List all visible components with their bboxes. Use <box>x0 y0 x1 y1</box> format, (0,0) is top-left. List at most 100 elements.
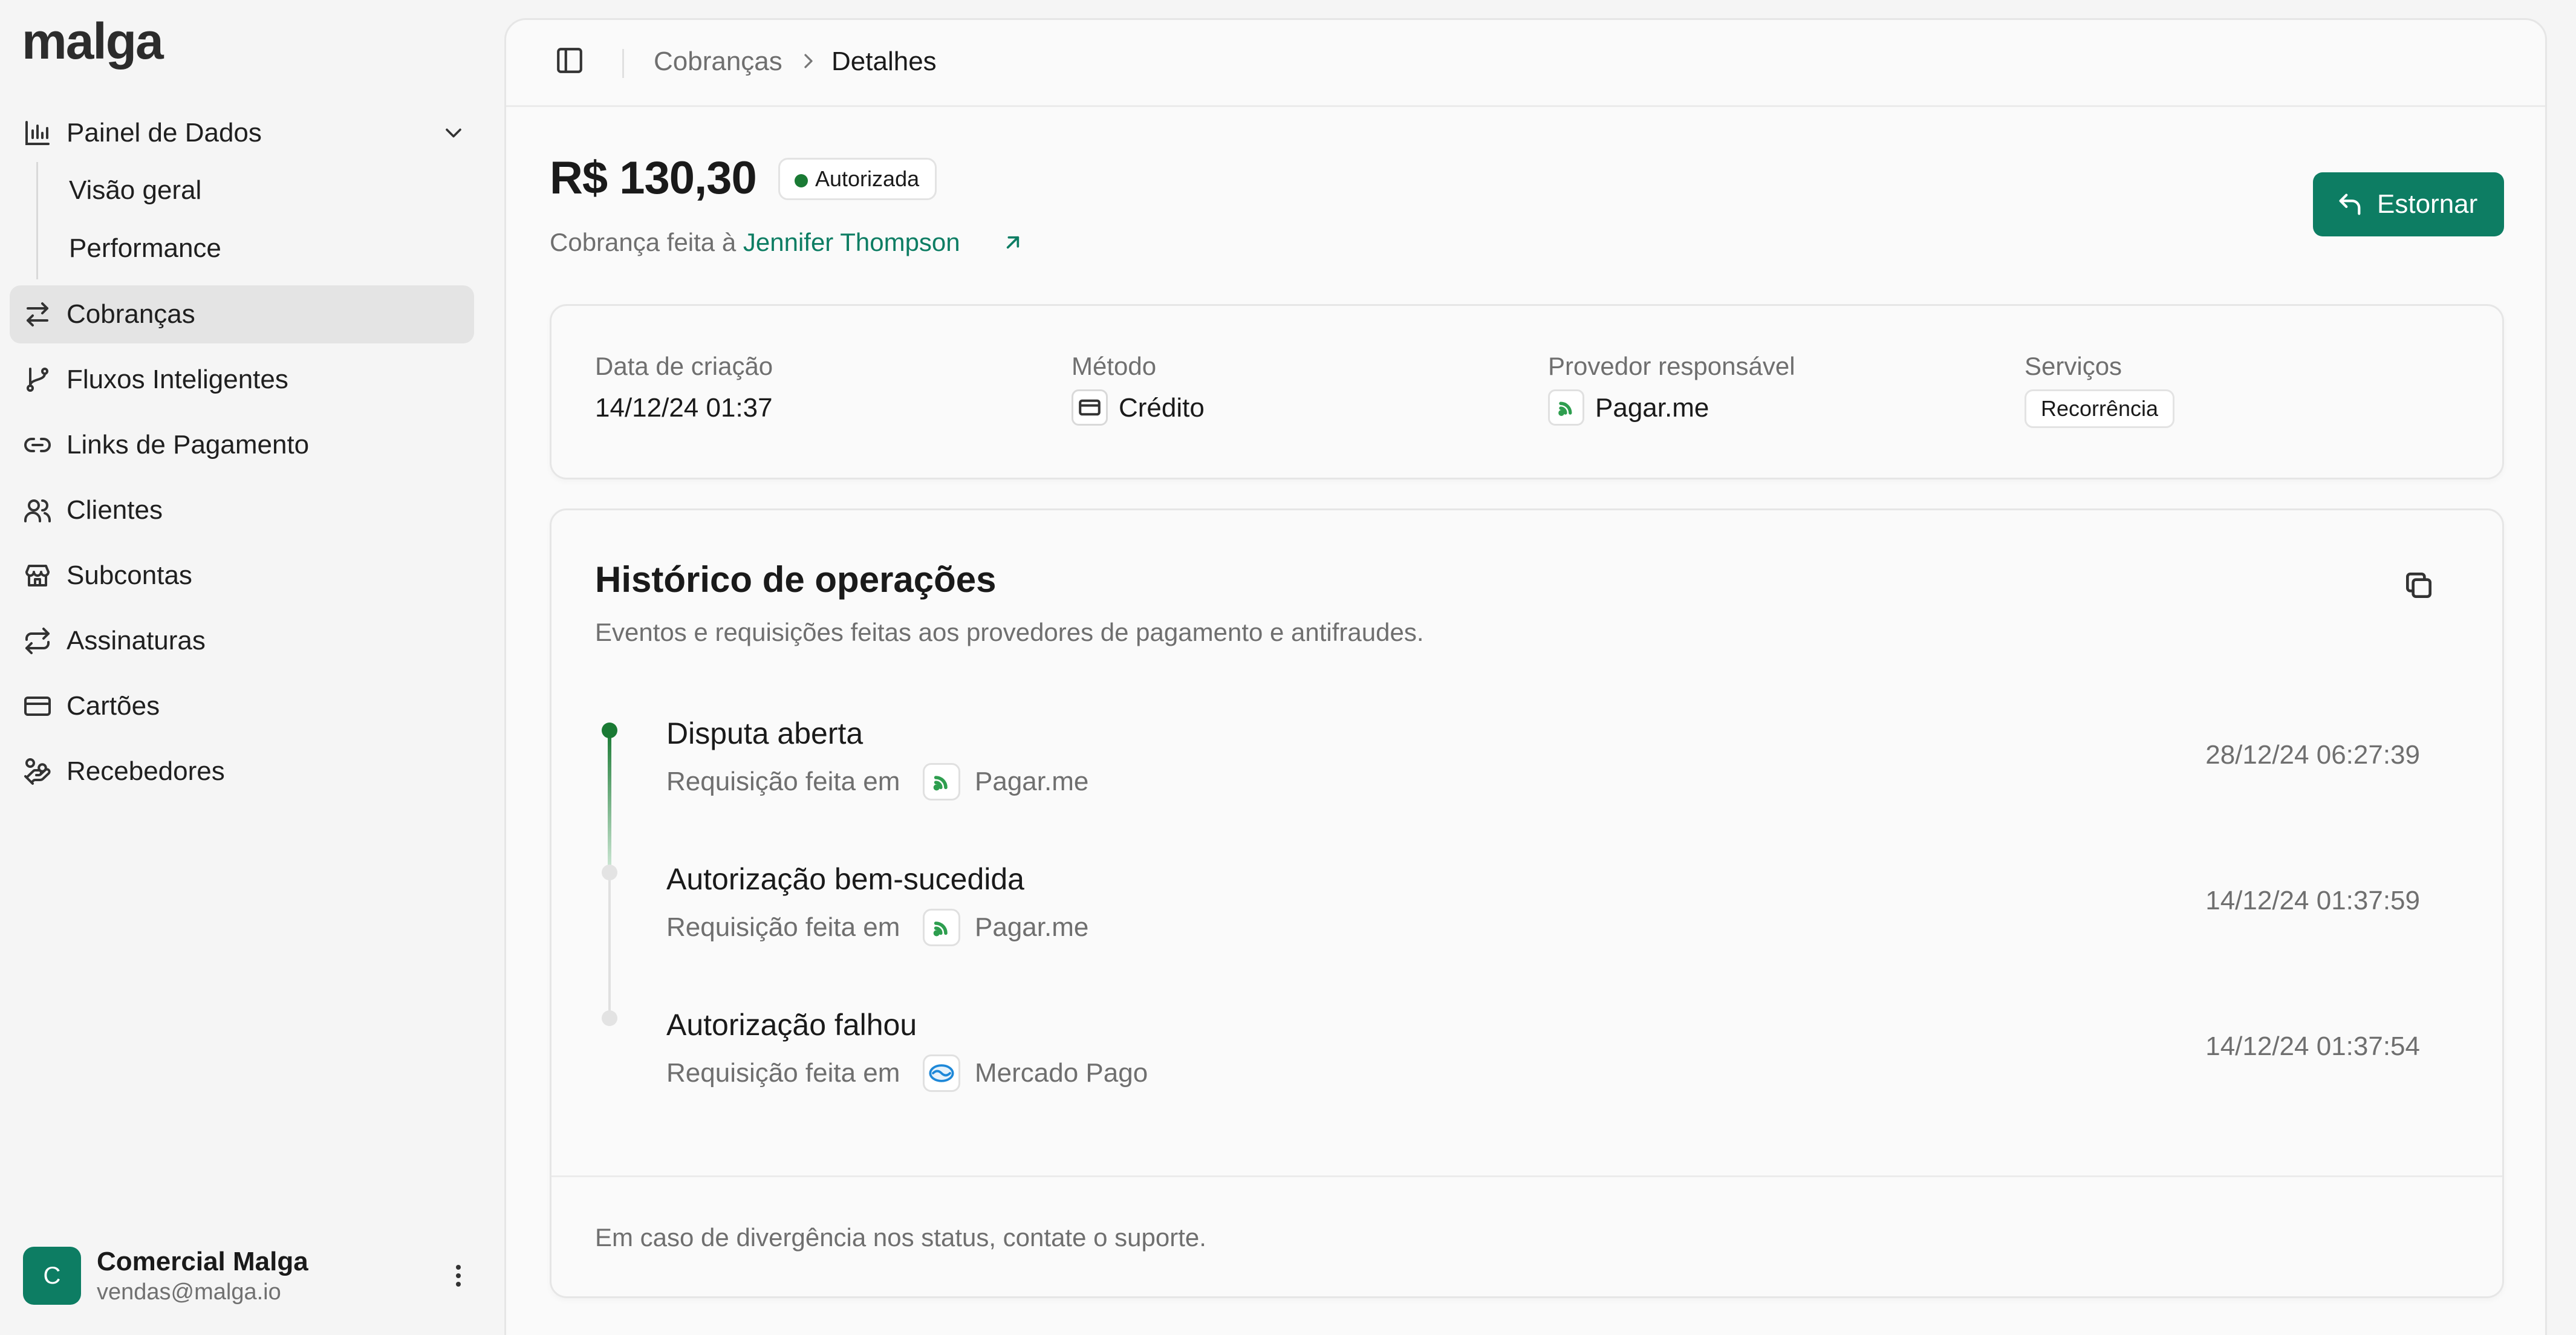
event-request-prefix: Requisição feita em <box>666 912 900 942</box>
pagarme-logo-icon <box>1548 389 1584 426</box>
sidebar-item-fluxos-inteligentes[interactable]: Fluxos Inteligentes <box>10 351 474 409</box>
event-provider: Pagar.me <box>975 912 1089 942</box>
sidebar-item-recebedores[interactable]: Recebedores <box>10 742 474 801</box>
sidebar-item-label: Cobranças <box>67 299 195 329</box>
sidebar-item-painel-de-dados[interactable]: Painel de Dados <box>10 104 474 162</box>
sidebar-item-cartoes[interactable]: Cartões <box>10 677 474 735</box>
provider-label: Provedor responsável <box>1548 352 1795 380</box>
event-title: Autorização falhou <box>666 1008 917 1042</box>
link-icon <box>23 430 52 460</box>
service-tag: Recorrência <box>2025 389 2175 428</box>
method-label: Método <box>1072 352 1157 380</box>
sidebar-item-label: Clientes <box>67 495 163 525</box>
sidebar-item-label: Assinaturas <box>67 626 206 655</box>
submenu-guide-line <box>36 162 38 279</box>
chevron-down-icon[interactable] <box>440 120 467 146</box>
charge-amount: R$ 130,30 <box>550 152 757 204</box>
account-email: vendas@malga.io <box>97 1279 281 1305</box>
pagarme-logo-icon <box>923 909 960 946</box>
sidebar: malga Painel de Dados Visão geral Perfor… <box>0 0 496 1335</box>
event-request-prefix: Requisição feita em <box>666 1058 900 1088</box>
history-footer: Em caso de divergência nos status, conta… <box>551 1175 2502 1296</box>
event-provider: Mercado Pago <box>975 1058 1148 1088</box>
history-event: Disputa aberta Requisição feita em Pagar… <box>666 716 2420 807</box>
event-timestamp: 14/12/24 01:37:59 <box>2205 886 2420 915</box>
sidebar-item-label: Subcontas <box>67 560 192 590</box>
history-title: Histórico de operações <box>595 559 997 600</box>
event-title: Disputa aberta <box>666 716 864 750</box>
account-switcher[interactable]: C Comercial Malga vendas@malga.io <box>23 1247 470 1307</box>
store-icon <box>23 561 52 590</box>
repeat-icon <box>23 626 52 655</box>
status-dot <box>795 174 808 187</box>
topbar: Cobranças Detalhes <box>506 20 2545 107</box>
created-date-value: 14/12/24 01:37 <box>595 393 773 423</box>
external-link-icon[interactable] <box>1001 230 1025 255</box>
git-branch-icon <box>23 365 52 394</box>
sidebar-item-label: Fluxos Inteligentes <box>67 365 288 394</box>
charged-to-prefix: Cobrança feita à <box>550 228 737 256</box>
sidebar-item-links-de-pagamento[interactable]: Links de Pagamento <box>10 416 474 474</box>
created-date-field: Data de criação 14/12/24 01:37 <box>595 352 773 423</box>
breadcrumb-cobrancas[interactable]: Cobranças <box>654 47 782 77</box>
sidebar-item-label: Links de Pagamento <box>67 430 310 460</box>
sidebar-item-cobrancas[interactable]: Cobranças <box>10 285 474 343</box>
sidebar-item-label: Painel de Dados <box>67 118 262 148</box>
main-panel: Cobranças Detalhes R$ 130,30 Autorizada … <box>504 18 2547 1335</box>
mercado-pago-logo-icon <box>923 1054 960 1092</box>
charge-details-card: Data de criação 14/12/24 01:37 Método Cr… <box>550 304 2504 479</box>
timeline-line <box>608 871 611 1018</box>
timeline-dot <box>602 865 617 880</box>
avatar: C <box>23 1247 81 1305</box>
provider-value: Pagar.me <box>1595 393 1709 423</box>
pagarme-logo-icon <box>923 763 960 801</box>
event-timestamp: 14/12/24 01:37:54 <box>2205 1031 2420 1061</box>
provider-field: Provedor responsável Pagar.me <box>1548 352 1795 426</box>
support-note: Em caso de divergência nos status, conta… <box>595 1223 1206 1252</box>
credit-card-icon <box>1072 389 1108 426</box>
sidebar-toggle-icon[interactable] <box>555 45 585 76</box>
event-timestamp: 28/12/24 06:27:39 <box>2205 740 2420 770</box>
users-icon <box>23 496 52 525</box>
operations-history-card: Histórico de operações Eventos e requisi… <box>550 508 2504 1298</box>
copy-icon[interactable] <box>2402 568 2436 602</box>
hand-coins-icon <box>23 757 52 786</box>
event-title: Autorização bem-sucedida <box>666 862 1024 896</box>
sidebar-item-subcontas[interactable]: Subcontas <box>10 547 474 605</box>
credit-card-icon <box>23 692 52 721</box>
account-name: Comercial Malga <box>97 1247 308 1276</box>
timeline-dot-active <box>602 723 617 738</box>
sidebar-item-assinaturas[interactable]: Assinaturas <box>10 612 474 670</box>
topbar-divider <box>622 49 624 78</box>
event-request-prefix: Requisição feita em <box>666 767 900 796</box>
status-label: Autorizada <box>815 166 920 191</box>
refund-button[interactable]: Estornar <box>2313 172 2504 236</box>
history-event: Autorização falhou Requisição feita em M… <box>666 1007 2420 1098</box>
sidebar-item-clientes[interactable]: Clientes <box>10 481 474 539</box>
refund-label: Estornar <box>2377 189 2478 219</box>
undo-arrow-icon <box>2336 190 2364 218</box>
bar-chart-icon <box>23 119 52 148</box>
more-vertical-icon[interactable] <box>446 1261 470 1290</box>
method-field: Método Crédito <box>1072 352 1205 426</box>
sidebar-subitem-visao-geral[interactable]: Visão geral <box>69 175 201 206</box>
created-date-label: Data de criação <box>595 352 773 380</box>
timeline-line-active <box>608 730 611 871</box>
chevron-right-icon <box>796 49 821 73</box>
sidebar-subitem-performance[interactable]: Performance <box>69 233 221 264</box>
history-event: Autorização bem-sucedida Requisição feit… <box>666 862 2420 952</box>
timeline-dot <box>602 1010 617 1026</box>
history-description: Eventos e requisições feitas aos provedo… <box>595 618 1424 646</box>
status-badge: Autorizada <box>778 158 937 200</box>
sidebar-item-label: Cartões <box>67 691 160 721</box>
arrows-exchange-icon <box>23 300 52 329</box>
breadcrumb-detalhes: Detalhes <box>831 47 937 76</box>
method-value: Crédito <box>1119 393 1205 423</box>
event-provider: Pagar.me <box>975 767 1089 796</box>
malga-logo[interactable]: malga <box>22 12 164 71</box>
sidebar-item-label: Recebedores <box>67 756 225 786</box>
services-label: Serviços <box>2025 352 2122 380</box>
customer-link[interactable]: Jennifer Thompson <box>743 228 960 256</box>
services-field: Serviços Recorrência <box>2025 352 2175 428</box>
charged-to-line: Cobrança feita à Jennifer Thompson <box>550 228 960 257</box>
